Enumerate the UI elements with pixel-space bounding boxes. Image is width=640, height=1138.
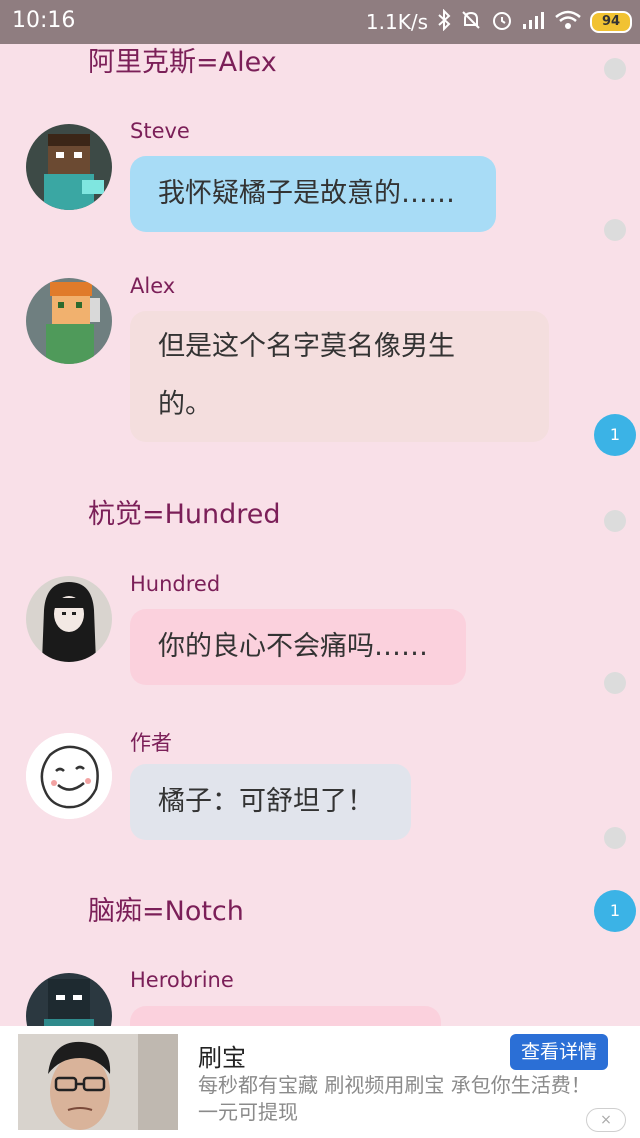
close-icon[interactable]: × — [586, 1108, 626, 1132]
bluetooth-icon — [437, 8, 451, 36]
sender-name: 作者 — [130, 731, 172, 755]
avatar-alex[interactable] — [26, 278, 112, 364]
unread-badge[interactable]: 1 — [594, 414, 636, 456]
section-title: 阿里克斯=Alex — [88, 47, 277, 78]
avatar-author[interactable] — [26, 733, 112, 819]
read-status-dot — [604, 827, 626, 849]
section-title: 杭觉=Hundred — [88, 499, 281, 530]
network-speed: 1.1K/s — [365, 10, 428, 34]
read-status-dot — [604, 510, 626, 532]
chat-area[interactable]: 阿里克斯=Alex Steve 我怀疑橘子是故意的…… Alex 但是这个名字莫… — [0, 44, 640, 1026]
status-icons: 1.1K/s 94 — [366, 8, 632, 36]
message-bubble[interactable]: 你的良心不会痛吗…… — [130, 609, 466, 685]
sender-name: Steve — [130, 119, 190, 143]
battery-icon: 94 — [590, 11, 632, 33]
sender-name: Hundred — [130, 572, 221, 596]
sender-name: Herobrine — [130, 968, 234, 992]
ad-title[interactable]: 刷宝 — [198, 1038, 246, 1073]
ad-details-button[interactable]: 查看详情 — [510, 1034, 608, 1070]
status-time: 10:16 — [12, 8, 76, 33]
read-status-dot — [604, 672, 626, 694]
signal-icon — [522, 10, 546, 35]
ad-image[interactable] — [18, 1034, 178, 1130]
message-bubble[interactable]: 但是这个名字莫名像男生 的。 — [130, 311, 549, 442]
message-text-line: 的。 — [158, 389, 212, 420]
message-bubble[interactable]: 橘子：可舒坦了！ — [130, 764, 411, 840]
avatar-hundred[interactable] — [26, 576, 112, 662]
read-status-dot — [604, 58, 626, 80]
mute-icon — [460, 9, 482, 36]
status-bar: 10:16 1.1K/s 94 — [0, 0, 640, 44]
section-title: 脑痴=Notch — [88, 896, 244, 927]
ad-description[interactable]: 每秒都有宝藏 刷视频用刷宝 承包你生活费！一元可提现 — [198, 1072, 608, 1126]
message-bubble[interactable] — [130, 1006, 441, 1026]
sender-name: Alex — [130, 274, 176, 298]
message-text-line: 但是这个名字莫名像男生 — [158, 331, 455, 362]
message-bubble[interactable]: 我怀疑橘子是故意的…… — [130, 156, 496, 232]
ad-banner[interactable]: 刷宝 每秒都有宝藏 刷视频用刷宝 承包你生活费！一元可提现 查看详情 × — [0, 1026, 640, 1138]
read-status-dot — [604, 219, 626, 241]
alarm-icon — [491, 9, 513, 36]
avatar-herobrine[interactable] — [26, 973, 112, 1026]
wifi-icon — [555, 10, 581, 35]
avatar-steve[interactable] — [26, 124, 112, 210]
unread-badge[interactable]: 1 — [594, 890, 636, 932]
